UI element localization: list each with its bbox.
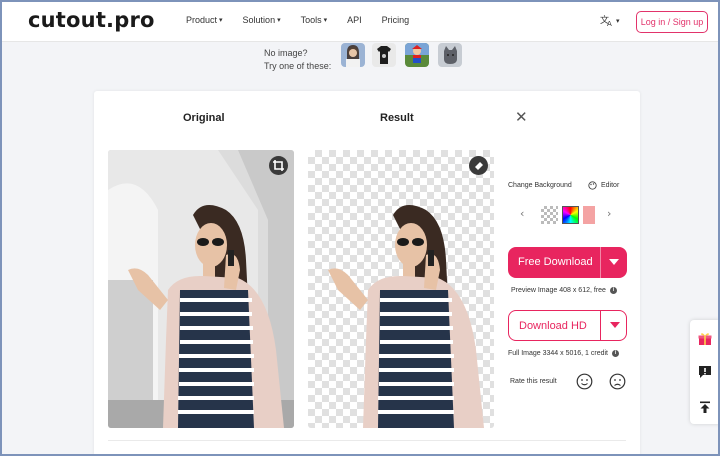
eraser-button[interactable] — [469, 156, 488, 175]
translate-icon: 文 A — [600, 14, 612, 27]
chevron-down-icon: ▾ — [616, 17, 620, 25]
back-to-top-icon[interactable] — [698, 400, 712, 414]
change-background-link[interactable]: Change Background — [508, 182, 572, 189]
floating-toolbar — [690, 320, 720, 424]
original-image — [108, 150, 294, 428]
card-divider — [108, 440, 626, 441]
full-info-text: Full Image 3344 x 5016, 1 credit — [508, 350, 609, 357]
rate-label: Rate this result — [510, 378, 557, 385]
chevron-down-icon: ▾ — [219, 17, 223, 24]
preview-info: Preview Image 408 x 612, free i — [511, 287, 617, 294]
eraser-icon — [475, 162, 483, 170]
chevron-down-icon: ▾ — [277, 17, 281, 24]
free-download-label: Free Download — [518, 256, 593, 268]
nav-product[interactable]: Product ▾ — [186, 15, 223, 25]
button-divider — [600, 311, 601, 340]
chevron-down-icon: ▾ — [323, 17, 328, 24]
smile-face-icon[interactable] — [576, 373, 593, 390]
download-hd-label: Download HD — [519, 320, 587, 332]
sample-thumb-woman[interactable] — [341, 43, 365, 67]
logo[interactable]: cutout.pro — [28, 8, 155, 32]
sample-thumb-shirt[interactable] — [372, 43, 396, 67]
sample-prompt-line1: No image? — [264, 48, 308, 58]
language-selector[interactable]: 文 A ▾ — [600, 14, 620, 27]
feedback-icon[interactable] — [698, 365, 712, 379]
sample-prompt-line2: Try one of these: — [264, 61, 332, 71]
sad-face-icon[interactable] — [609, 373, 626, 390]
caret-down-icon[interactable] — [609, 259, 619, 265]
preview-info-text: Preview Image 408 x 612, free — [511, 287, 606, 294]
nav-tools[interactable]: Tools ▾ — [301, 15, 328, 25]
chevron-left-icon[interactable]: ‹ — [520, 207, 524, 220]
nav-product-label: Product — [186, 15, 218, 25]
sample-thumb-toy[interactable] — [405, 43, 429, 67]
bg-transparent-swatch[interactable] — [541, 206, 558, 224]
editor-link[interactable]: Editor — [601, 182, 619, 189]
info-icon[interactable]: i — [612, 350, 620, 357]
result-title: Result — [380, 112, 414, 124]
nav-pricing[interactable]: Pricing — [382, 15, 410, 25]
svg-text:A: A — [607, 20, 612, 27]
login-signup-button[interactable]: Log in / Sign up — [636, 11, 708, 33]
nav-pricing-label: Pricing — [381, 15, 410, 25]
crop-icon — [273, 160, 284, 171]
palette-icon — [588, 181, 597, 190]
bg-color-picker-swatch[interactable] — [562, 206, 579, 224]
original-title: Original — [183, 112, 225, 124]
chevron-right-icon[interactable]: › — [607, 207, 611, 220]
download-hd-button[interactable]: Download HD — [508, 310, 627, 341]
caret-down-icon[interactable] — [610, 322, 620, 328]
sample-prompt: No image? Try one of these: — [264, 47, 331, 73]
bg-pink-swatch[interactable] — [583, 206, 595, 224]
main-nav: Product ▾ Solution ▾ Tools ▾ API Pricing — [186, 15, 429, 25]
nav-solution-label: Solution — [242, 15, 276, 25]
button-divider — [600, 247, 601, 278]
nav-tools-label: Tools — [300, 15, 322, 25]
nav-solution[interactable]: Solution ▾ — [243, 15, 281, 25]
gift-icon[interactable] — [698, 332, 712, 346]
free-download-button[interactable]: Free Download — [508, 247, 627, 278]
top-header: cutout.pro Product ▾ Solution ▾ Tools ▾ API… — [2, 2, 718, 42]
full-image-info: Full Image 3344 x 5016, 1 credit i — [508, 350, 620, 357]
sample-thumb-cat[interactable] — [438, 43, 462, 67]
woman-figure-cutout — [328, 205, 484, 428]
crop-button[interactable] — [269, 156, 288, 175]
nav-api[interactable]: API — [347, 15, 362, 25]
close-icon[interactable]: ✕ — [515, 108, 528, 126]
info-icon[interactable]: i — [609, 287, 617, 294]
result-image — [308, 150, 494, 428]
nav-api-label: API — [347, 15, 362, 25]
